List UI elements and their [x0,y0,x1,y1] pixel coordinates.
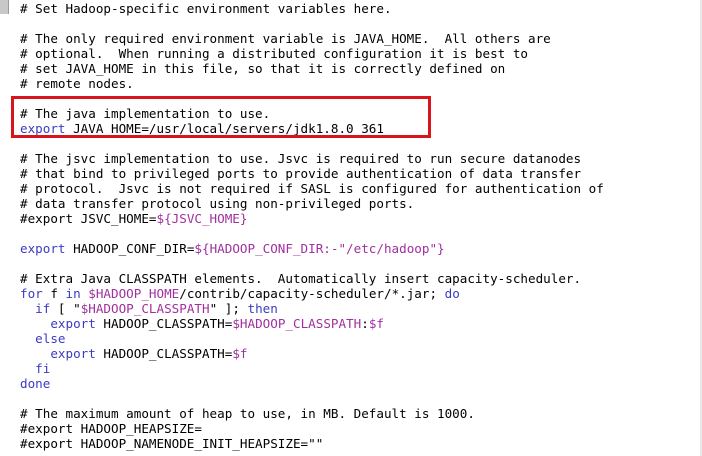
text-token: # optional. When running a distributed c… [20,46,528,61]
keyword-token: export [50,316,96,331]
code-line[interactable] [20,256,604,271]
code-line[interactable] [20,136,604,151]
variable-token: ${JSVC_HOME} [156,211,248,226]
variable-token: $HADOOP_HOME [88,286,180,301]
text-token: # data transfer protocol using non-privi… [20,196,415,211]
code-line[interactable]: #export HADOOP_NAMENODE_INIT_HEAPSIZE="" [20,436,604,451]
code-line[interactable]: fi [20,361,604,376]
code-line[interactable]: export HADOOP_CLASSPATH=$f [20,346,604,361]
code-lines[interactable]: # Set Hadoop-specific environment variab… [20,1,604,451]
code-line[interactable]: for f in $HADOOP_HOME/contrib/capacity-s… [20,286,604,301]
keyword-token: export [20,241,66,256]
code-line[interactable]: # The jsvc implementation to use. Jsvc i… [20,151,604,166]
text-editor[interactable]: # Set Hadoop-specific environment variab… [0,0,702,456]
code-line[interactable] [20,391,604,406]
text-token: f [42,286,66,301]
text-token: # Extra Java CLASSPATH elements. Automat… [20,271,582,286]
code-line[interactable]: # data transfer protocol using non-privi… [20,196,604,211]
code-line[interactable]: # remote nodes. [20,76,604,91]
keyword-token: if [35,301,51,316]
keyword-token: export [50,346,96,361]
code-line[interactable] [20,226,604,241]
text-token: # The jsvc implementation to use. Jsvc i… [20,151,582,166]
code-line[interactable]: export HADOOP_CONF_DIR=${HADOOP_CONF_DIR… [20,241,604,256]
keyword-token: fi [35,361,51,376]
code-line[interactable]: if [ "$HADOOP_CLASSPATH" ]; then [20,301,604,316]
code-line[interactable]: # Extra Java CLASSPATH elements. Automat… [20,271,604,286]
code-line[interactable] [20,16,604,31]
variable-token: $f [232,346,248,361]
keyword-token: do [444,286,460,301]
code-line[interactable]: done [20,376,604,391]
text-token: # The only required environment variable… [20,31,551,46]
code-line[interactable]: export HADOOP_CLASSPATH=$HADOOP_CLASSPAT… [20,316,604,331]
keyword-token: else [35,331,66,346]
keyword-token: for [20,286,43,301]
keyword-token: done [20,376,51,391]
code-line[interactable]: # Set Hadoop-specific environment variab… [20,1,604,16]
text-token: # remote nodes. [20,76,134,91]
text-token: " ]; [209,301,248,316]
code-line[interactable]: # set JAVA_HOME in this file, so that it… [20,61,604,76]
code-line[interactable]: else [20,331,604,346]
variable-token: ${HADOOP_CONF_DIR:-"/etc/hadoop"} [194,241,445,256]
text-token: : [361,316,369,331]
text-token: [ " [50,301,81,316]
code-line[interactable]: # The maximum amount of heap to use, in … [20,406,604,421]
code-line[interactable]: # The only required environment variable… [20,31,604,46]
text-token: /contrib/capacity-scheduler/*.jar; [179,286,445,301]
text-token: HADOOP_CLASSPATH= [95,346,233,361]
text-token: #export JSVC_HOME= [20,211,157,226]
code-line[interactable]: # protocol. Jsvc is not required if SASL… [20,181,604,196]
text-token: # Set Hadoop-specific environment variab… [20,1,392,16]
text-token: # that bind to privileged ports to provi… [20,166,582,181]
text-token: #export HADOOP_HEAPSIZE= [20,421,202,436]
code-line[interactable]: # optional. When running a distributed c… [20,46,604,61]
text-token: #export HADOOP_NAMENODE_INIT_HEAPSIZE="" [20,436,324,451]
text-token: # protocol. Jsvc is not required if SASL… [20,181,604,196]
highlight-box [11,96,431,138]
variable-token: $HADOOP_CLASSPATH [232,316,362,331]
code-line[interactable]: #export HADOOP_HEAPSIZE= [20,421,604,436]
text-token: HADOOP_CLASSPATH= [95,316,233,331]
cursor-block [0,0,9,14]
code-line[interactable]: #export JSVC_HOME=${JSVC_HOME} [20,211,604,226]
text-token: HADOOP_CONF_DIR= [65,241,195,256]
text-token: # The maximum amount of heap to use, in … [20,406,475,421]
keyword-token: in [65,286,81,301]
code-line[interactable]: # that bind to privileged ports to provi… [20,166,604,181]
variable-token: $f [368,316,384,331]
keyword-token: then [247,301,278,316]
text-token: # set JAVA_HOME in this file, so that it… [20,61,506,76]
variable-token: $HADOOP_CLASSPATH [80,301,210,316]
